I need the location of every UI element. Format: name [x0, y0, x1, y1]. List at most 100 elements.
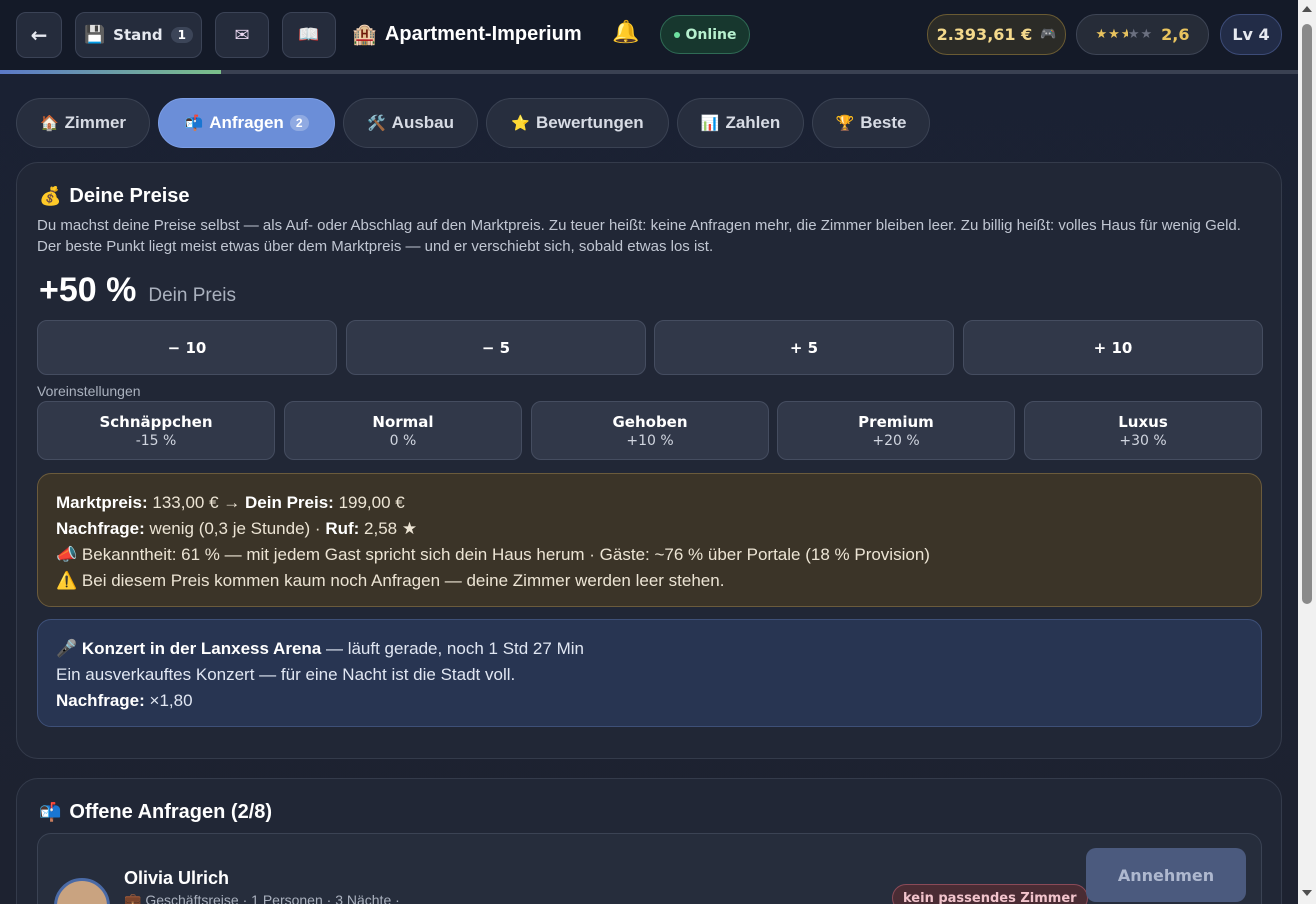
event-demand-label: Nachfrage: [56, 691, 145, 710]
your-price-value: 199,00 € [338, 493, 405, 512]
tab-label: Bewertungen [536, 113, 644, 132]
tab-count-badge: 2 [289, 115, 309, 131]
trophy-icon: 🏆 [835, 115, 855, 132]
save-button[interactable]: 💾 Stand 1 [75, 12, 202, 58]
preset-pct: -15 % [135, 432, 177, 449]
preset-schnaeppchen-button[interactable]: Schnäppchen -15 % [37, 401, 275, 460]
current-price: +50 % Dein Preis [39, 271, 236, 310]
tab-ausbau[interactable]: 🛠️ Ausbau [343, 98, 478, 148]
event-status: — läuft gerade, noch 1 Std 27 Min [325, 639, 584, 658]
rating-stars: ★★★★★ [1096, 27, 1154, 42]
tools-icon: 🛠️ [366, 115, 386, 132]
preset-name: Schnäppchen [99, 412, 213, 431]
app-title: 🏨 Apartment-Imperium [352, 22, 582, 47]
book-button[interactable]: 📖 [282, 12, 336, 58]
star-empty-icon: ★ [1140, 27, 1154, 42]
money-value: 2.393,61 € [936, 25, 1033, 44]
mail-button[interactable]: ✉ [215, 12, 269, 58]
scrollbar[interactable] [1298, 0, 1316, 904]
accept-button[interactable]: Annehmen [1086, 848, 1246, 902]
event-demand-line: Nachfrage: ×1,80 [56, 688, 1243, 714]
preset-pct: +20 % [872, 432, 920, 449]
event-box: 🎤 Konzert in der Lanxess Arena — läuft g… [37, 619, 1262, 727]
tab-zimmer[interactable]: 🏠 Zimmer [16, 98, 150, 148]
star-icon: ⭐ [511, 115, 530, 132]
tab-zahlen[interactable]: 📊 Zahlen [677, 98, 804, 148]
requests-card: 📬 Offene Anfragen (2/8) Olivia Ulrich 💼 … [16, 778, 1282, 904]
house-icon: 🏠 [39, 115, 59, 132]
preset-name: Premium [858, 412, 934, 431]
star-icon: ★ [1108, 27, 1121, 42]
pricing-description: Du machst deine Preise selbst — als Auf-… [37, 217, 1241, 255]
price-plus-5-button[interactable]: + 5 [654, 320, 954, 375]
price-minus-10-button[interactable]: − 10 [37, 320, 337, 375]
half-star-icon: ★ [1120, 27, 1128, 42]
price-minus-5-button[interactable]: − 5 [346, 320, 646, 375]
preset-pct: 0 % [389, 432, 417, 449]
tab-anfragen[interactable]: 📬 Anfragen 2 [158, 98, 335, 148]
save-label: Stand [113, 26, 163, 44]
guest-details-text: Geschäftsreise · 1 Personen · 3 Nächte · [145, 892, 400, 904]
xp-progress-bar [0, 70, 1298, 74]
scrollbar-thumb[interactable] [1302, 24, 1312, 604]
tab-label: Ausbau [391, 113, 455, 132]
requests-title-text: Offene Anfragen (2/8) [69, 801, 273, 823]
awareness-text: Bekanntheit: 61 % — mit jedem Gast spric… [81, 545, 930, 564]
star-empty-icon: ★ [1127, 27, 1141, 42]
level-badge[interactable]: Lv 4 [1220, 14, 1282, 55]
money-balance[interactable]: 2.393,61 € 🎮 [927, 14, 1066, 55]
mailbox-icon: 📬 [184, 115, 204, 132]
price-plus-10-button[interactable]: + 10 [963, 320, 1263, 375]
money-bag-icon: 💰 [39, 186, 62, 206]
back-button[interactable]: ← [16, 12, 62, 58]
preset-name: Gehoben [612, 412, 688, 431]
scroll-down-arrow-icon[interactable] [1302, 890, 1312, 896]
briefcase-icon: 💼 [124, 892, 142, 904]
guest-name: Olivia Ulrich [124, 868, 230, 888]
tab-label: Anfragen [209, 113, 284, 132]
star-icon: ★ [1095, 27, 1109, 42]
preset-gehoben-button[interactable]: Gehoben +10 % [531, 401, 769, 460]
bell-icon[interactable]: 🔔 [612, 20, 639, 45]
tab-bewertungen[interactable]: ⭐ Bewertungen [486, 98, 669, 148]
current-price-label: Dein Preis [148, 285, 237, 306]
top-bar: ← 💾 Stand 1 ✉ 📖 🏨 Apartment-Imperium 🔔 O… [0, 0, 1298, 70]
tab-beste[interactable]: 🏆 Beste [812, 98, 930, 148]
reputation-label: Ruf: [325, 519, 360, 538]
app-title-text: Apartment-Imperium [384, 23, 582, 45]
event-title: Konzert in der Lanxess Arena [81, 639, 322, 658]
online-status-badge: Online [660, 15, 750, 54]
microphone-icon: 🎤 [56, 639, 78, 658]
presets-label: Voreinstellungen [37, 383, 141, 399]
requests-title: 📬 Offene Anfragen (2/8) [39, 801, 272, 824]
preset-pct: +30 % [1119, 432, 1167, 449]
bar-chart-icon: 📊 [700, 115, 720, 132]
tab-label: Zimmer [64, 113, 127, 132]
mailbox-icon: 📬 [39, 802, 62, 822]
xp-progress-fill [0, 70, 221, 74]
rating-display[interactable]: ★★★★★ 2,6 [1076, 14, 1209, 55]
demand-line: Nachfrage: wenig (0,3 je Stunde) · Ruf: … [56, 516, 1243, 542]
online-dot-icon [673, 31, 680, 38]
pricing-title-text: Deine Preise [69, 185, 190, 207]
preset-normal-button[interactable]: Normal 0 % [284, 401, 522, 460]
floppy-disk-icon: 💾 [83, 25, 106, 45]
back-arrow-icon: ← [30, 23, 48, 47]
request-item: Olivia Ulrich 💼 Geschäftsreise · 1 Perso… [37, 833, 1262, 904]
awareness-line: 📣 Bekanntheit: 61 % — mit jedem Gast spr… [56, 542, 1243, 568]
market-price-line: Marktpreis: 133,00 € → Dein Preis: 199,0… [56, 490, 1243, 516]
preset-premium-button[interactable]: Premium +20 % [777, 401, 1015, 460]
pricing-title: 💰 Deine Preise [39, 185, 190, 208]
tab-label: Zahlen [725, 113, 781, 132]
scroll-up-arrow-icon[interactable] [1302, 6, 1312, 12]
event-description: Ein ausverkauftes Konzert — für eine Nac… [56, 665, 516, 684]
rating-value: 2,6 [1161, 25, 1190, 44]
event-title-line: 🎤 Konzert in der Lanxess Arena — läuft g… [56, 636, 1243, 662]
demand-label: Nachfrage: [56, 519, 145, 538]
demand-value: wenig (0,3 je Stunde) · [149, 519, 321, 538]
gamepad-icon: 🎮 [1040, 27, 1057, 42]
market-price-label: Marktpreis: [56, 493, 148, 512]
preset-luxus-button[interactable]: Luxus +30 % [1024, 401, 1262, 460]
your-price-label: Dein Preis: [245, 493, 334, 512]
market-info-box: Marktpreis: 133,00 € → Dein Preis: 199,0… [37, 473, 1262, 607]
